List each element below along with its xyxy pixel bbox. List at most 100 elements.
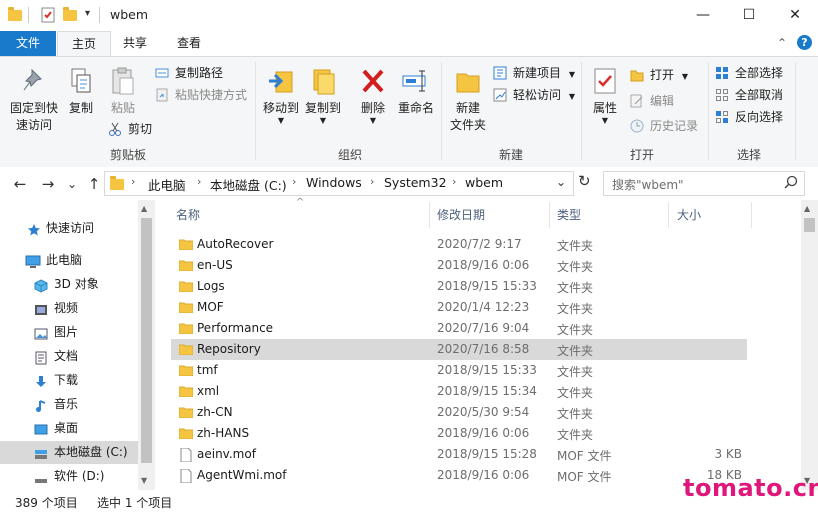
breadcrumb-separator[interactable]: › [370, 175, 374, 188]
scroll-up-icon[interactable]: ▲ [804, 204, 810, 213]
folder-row[interactable]: Logs 2018/9/15 15:33 文件夹 [171, 276, 747, 297]
folder-row[interactable]: AutoRecover 2020/7/2 9:17 文件夹 [171, 234, 747, 255]
refresh-icon[interactable]: ↻ [578, 172, 591, 190]
scroll-up-icon[interactable]: ▲ [141, 204, 147, 213]
nav-item-documents[interactable]: 文档 [0, 345, 138, 368]
quick-access-dropdown-icon[interactable]: ▾ [85, 8, 90, 19]
breadcrumb-separator[interactable]: › [292, 175, 296, 188]
nav-item-label: 下载 [54, 373, 79, 387]
forward-button[interactable]: → [38, 174, 58, 194]
copy-to-button[interactable]: 复制到 ▼ [302, 66, 344, 125]
file-type: 文件夹 [557, 239, 594, 253]
up-button[interactable]: ↑ [84, 174, 104, 194]
minimize-button[interactable]: — [680, 0, 726, 31]
scroll-down-icon[interactable]: ▼ [141, 476, 147, 485]
scrollbar-thumb[interactable] [141, 218, 152, 463]
rename-button[interactable]: 重命名 [394, 66, 438, 117]
select-all-icon [715, 66, 729, 80]
breadcrumb-separator[interactable]: › [131, 175, 135, 188]
copy-button[interactable]: 复制 [62, 66, 100, 117]
folder-row[interactable]: zh-HANS 2018/9/16 0:06 文件夹 [171, 423, 747, 444]
invert-selection-button[interactable]: 反向选择 [715, 107, 783, 127]
search-icon[interactable] [784, 175, 798, 192]
maximize-button[interactable]: ☐ [726, 0, 772, 31]
file-row[interactable]: aeinv.mof 2018/9/15 15:28 MOF 文件 3 KB [171, 444, 747, 465]
folder-row[interactable]: tmf 2018/9/15 15:33 文件夹 [171, 360, 747, 381]
select-none-button[interactable]: 全部取消 [715, 85, 783, 105]
breadcrumb-separator[interactable]: › [197, 175, 201, 188]
folder-row[interactable]: MOF 2020/1/4 12:23 文件夹 [171, 297, 747, 318]
easy-access-button[interactable]: 轻松访问 ▼ [493, 85, 575, 105]
folder-row[interactable]: xml 2018/9/15 15:34 文件夹 [171, 381, 747, 402]
column-header-type[interactable]: 类型 [557, 206, 581, 223]
new-item-button[interactable]: 新建项目 ▼ [493, 63, 575, 83]
close-button[interactable]: ✕ [772, 0, 818, 31]
properties-button[interactable]: 属性 ▼ [586, 66, 624, 125]
help-icon[interactable]: ? [797, 35, 812, 50]
collapse-ribbon-icon[interactable]: ⌃ [777, 36, 787, 50]
column-divider[interactable] [429, 202, 430, 228]
move-to-button[interactable]: 移动到 ▼ [260, 66, 302, 125]
navigation-scrollbar[interactable]: ▲ ▼ [138, 200, 155, 490]
breadcrumb-system32[interactable]: System32 [384, 175, 447, 190]
tab-share[interactable]: 共享 [112, 31, 158, 56]
column-divider[interactable] [751, 202, 752, 228]
nav-item-drive-d[interactable]: 软件 (D:) [0, 465, 138, 488]
scrollbar-thumb[interactable] [804, 218, 815, 232]
nav-item-videos[interactable]: 视频 [0, 297, 138, 320]
breadcrumb-separator[interactable]: › [452, 175, 456, 188]
sort-ascending-icon: ^ [296, 197, 305, 208]
breadcrumb-windows[interactable]: Windows [306, 175, 362, 190]
file-list-scrollbar[interactable]: ▲ ▼ [801, 200, 818, 490]
delete-button[interactable]: 删除 ▼ [354, 66, 392, 125]
nav-item-downloads[interactable]: 下载 [0, 369, 138, 392]
file-name: zh-CN [197, 405, 233, 419]
nav-item-label: 快速访问 [46, 221, 95, 235]
back-button[interactable]: ← [10, 174, 30, 194]
copy-path-button[interactable]: 复制路径 [155, 63, 223, 83]
column-header-date[interactable]: 修改日期 [437, 206, 485, 223]
breadcrumb-wbem[interactable]: wbem [465, 175, 503, 190]
address-dropdown-icon[interactable]: ⌄ [556, 175, 566, 189]
file-name: Logs [197, 279, 225, 293]
nav-item-quick-access[interactable]: 快速访问 [0, 217, 138, 240]
title-bar: ▾ wbem — ☐ ✕ [0, 0, 818, 31]
folder-row[interactable]: Repository 2020/7/16 8:58 文件夹 [171, 339, 747, 360]
nav-item-drive-c[interactable]: 本地磁盘 (C:) [0, 441, 138, 464]
new-folder-icon[interactable] [63, 7, 79, 23]
file-row[interactable]: AgentWmi.mof 2018/9/16 0:06 MOF 文件 18 KB [171, 465, 747, 486]
new-folder-button[interactable]: 新建 文件夹 [446, 66, 490, 134]
history-button[interactable]: 历史记录 [630, 116, 698, 136]
folder-row[interactable]: Performance 2020/7/16 9:04 文件夹 [171, 318, 747, 339]
open-button[interactable]: 打开 ▼ [630, 65, 688, 85]
nav-item-pictures[interactable]: 图片 [0, 321, 138, 344]
edit-button[interactable]: 编辑 [630, 91, 674, 111]
breadcrumb-this-pc[interactable]: 此电脑 [148, 175, 186, 194]
column-header-name[interactable]: 名称 [176, 206, 200, 223]
nav-item-desktop[interactable]: 桌面 [0, 417, 138, 440]
select-all-button[interactable]: 全部选择 [715, 63, 783, 83]
nav-item-label: 3D 对象 [54, 277, 99, 291]
column-divider[interactable] [549, 202, 550, 228]
chevron-down-icon: ▼ [681, 72, 688, 81]
column-header-size[interactable]: 大小 [677, 206, 701, 223]
tab-home[interactable]: 主页 [57, 31, 111, 57]
breadcrumb-drive-c[interactable]: 本地磁盘 (C:) [210, 175, 287, 194]
nav-item-this-pc[interactable]: 此电脑 [0, 249, 138, 272]
folder-row[interactable]: en-US 2018/9/16 0:06 文件夹 [171, 255, 747, 276]
column-divider[interactable] [668, 202, 669, 228]
recent-locations-button[interactable]: ⌄ [62, 174, 82, 194]
pin-quick-access-button[interactable]: 固定到快 速访问 [4, 66, 64, 134]
paste-button[interactable]: 粘贴 [104, 66, 142, 117]
cut-button[interactable]: 剪切 [108, 119, 152, 139]
group-label-clipboard: 剪贴板 [109, 148, 146, 162]
divider [99, 7, 100, 23]
paste-shortcut-button[interactable]: 粘贴快捷方式 [155, 85, 247, 105]
watermark: tomato.cn [683, 474, 818, 502]
tab-file[interactable]: 文件 [0, 31, 56, 56]
tab-view[interactable]: 查看 [164, 31, 214, 56]
nav-item-3d-objects[interactable]: 3D 对象 [0, 273, 138, 296]
properties-icon[interactable] [40, 7, 56, 23]
folder-row[interactable]: zh-CN 2020/5/30 9:54 文件夹 [171, 402, 747, 423]
nav-item-music[interactable]: 音乐 [0, 393, 138, 416]
